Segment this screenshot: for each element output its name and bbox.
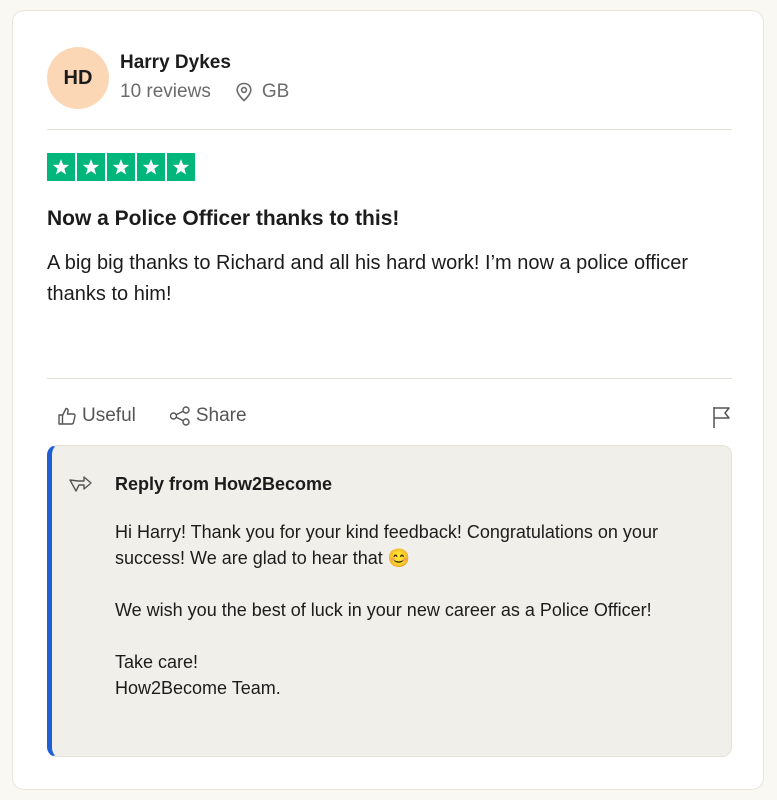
reviewer-country: GB [261, 81, 290, 102]
star-icon [167, 153, 195, 181]
reviewer-info: Harry Dykes 10 reviews GB [120, 51, 289, 103]
share-label: Share [195, 405, 247, 426]
company-reply: Reply from How2Become Hi Harry! Thank yo… [47, 445, 732, 757]
reply-heading: Reply from How2Become [115, 474, 333, 494]
reply-paragraph-1: Hi Harry! Thank you for your kind feedba… [115, 522, 658, 568]
location-pin-icon [236, 82, 252, 102]
avatar[interactable]: HD [47, 47, 109, 109]
share-icon [169, 406, 190, 426]
star-icon [137, 153, 165, 181]
review-actions: Useful Share [57, 405, 280, 427]
reviewer-header: HD Harry Dykes 10 reviews GB [47, 45, 289, 111]
star-icon [107, 153, 135, 181]
review-title: Now a Police Officer thanks to this! [47, 207, 400, 230]
reply-signature: How2Become Team. [115, 678, 281, 698]
review-body: A big big thanks to Richard and all his … [47, 252, 689, 305]
avatar-initials: HD [63, 66, 93, 89]
flag-icon[interactable] [711, 405, 733, 429]
reply-arrow-icon [69, 476, 92, 492]
review-count: 10 reviews [120, 81, 211, 102]
reviewer-meta: 10 reviews GB [120, 81, 289, 103]
useful-label: Useful [82, 405, 136, 426]
review-card: HD Harry Dykes 10 reviews GB Now a Polic… [12, 10, 764, 790]
actions-divider [47, 378, 732, 379]
star-rating [47, 153, 195, 181]
reply-text: Hi Harry! Thank you for your kind feedba… [115, 519, 715, 701]
share-button[interactable]: Share [169, 405, 247, 427]
reply-paragraph-3: Take care! How2Become Team. [115, 649, 715, 701]
header-divider [47, 129, 732, 130]
useful-button[interactable]: Useful [57, 405, 136, 427]
reviewer-name[interactable]: Harry Dykes [120, 51, 289, 75]
star-icon [77, 153, 105, 181]
reply-paragraph-2: We wish you the best of luck in your new… [115, 600, 652, 620]
thumbs-up-icon [58, 407, 76, 425]
reply-signoff: Take care! [115, 652, 199, 672]
star-icon [47, 153, 75, 181]
